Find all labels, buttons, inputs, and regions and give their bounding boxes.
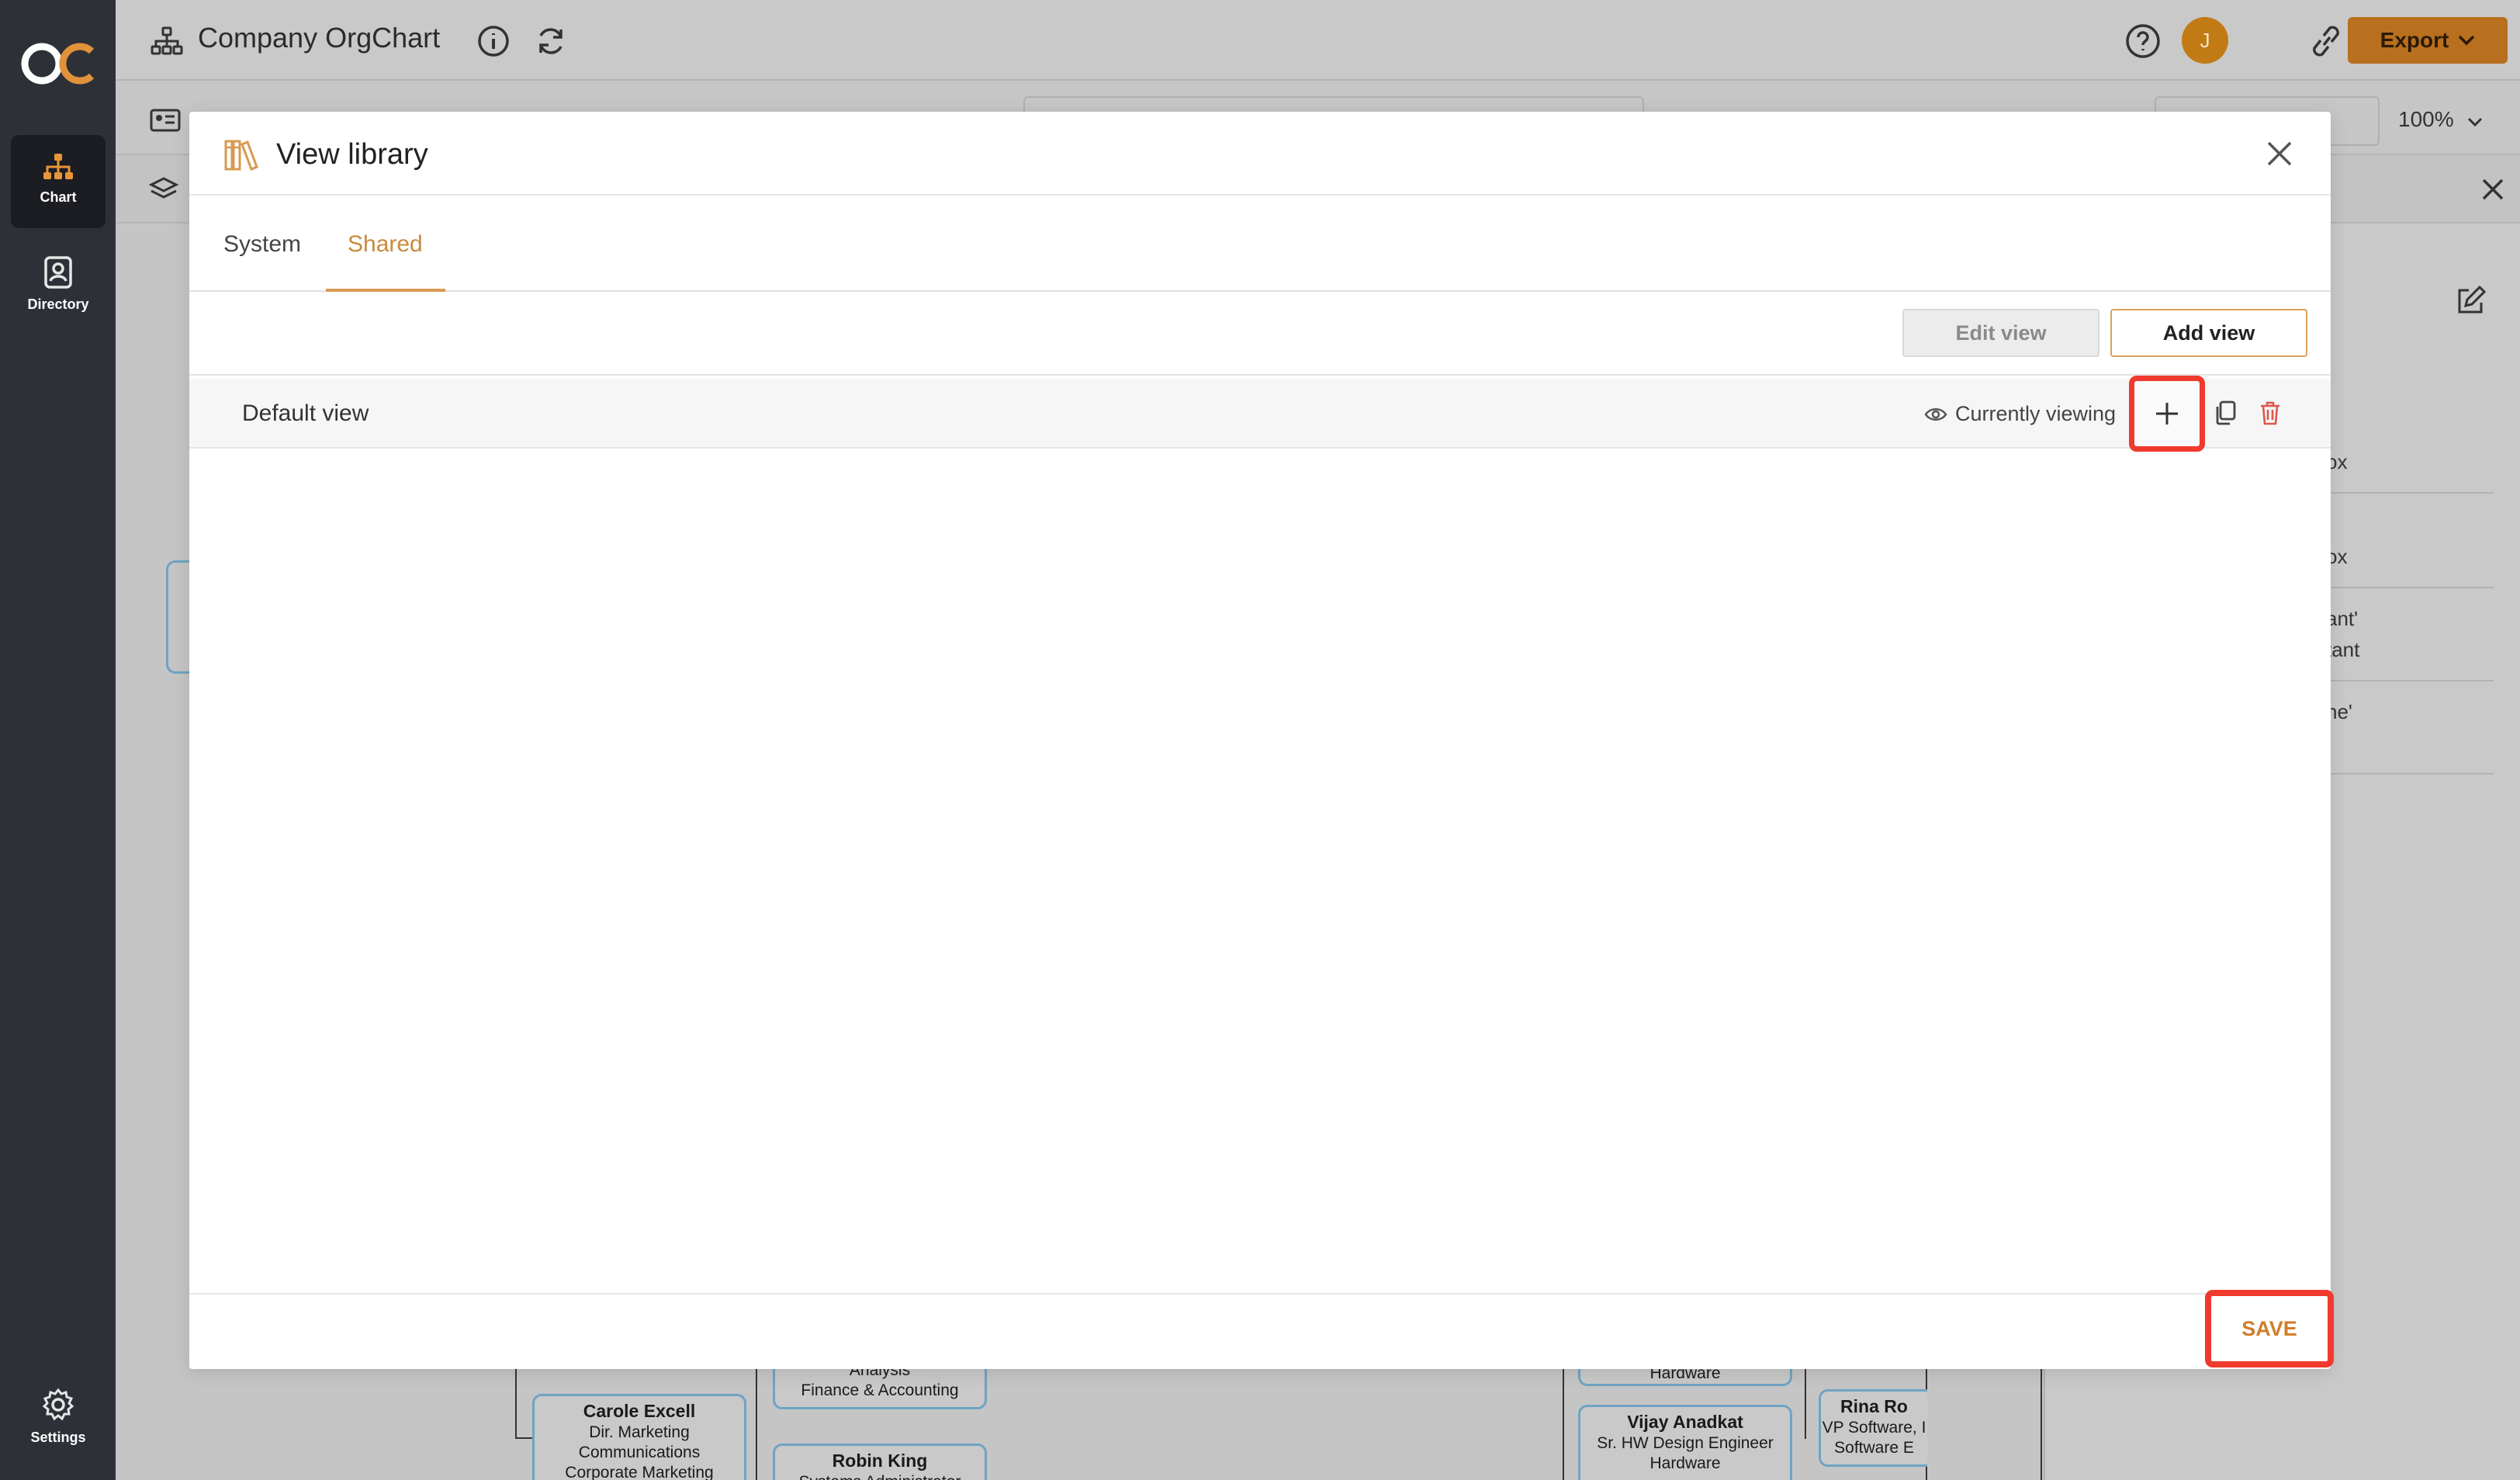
app-title: Company OrgChart <box>198 22 441 54</box>
person-title: Dir. Marketing <box>589 1423 690 1441</box>
app-topbar: Company OrgChart J Export <box>116 0 2520 81</box>
person-dept: Software E <box>1834 1439 1914 1457</box>
person-group: Corporate Marketing <box>565 1464 714 1480</box>
chevron-down-icon <box>2459 35 2475 46</box>
org-connector <box>1563 1369 1564 1480</box>
person-dept: Finance & Accounting <box>801 1381 959 1399</box>
edit-icon[interactable] <box>2455 286 2486 317</box>
view-name: Default view <box>242 400 369 426</box>
edit-view-button[interactable]: Edit view <box>1902 309 2099 357</box>
person-title: Sr. HW Design Engineer <box>1597 1434 1774 1452</box>
person-title: VP Software, I <box>1822 1419 1926 1437</box>
info-icon[interactable] <box>477 25 510 57</box>
add-to-view-button[interactable] <box>2129 376 2205 452</box>
rail-item-label: Chart <box>40 189 77 205</box>
rail-item-label: Directory <box>27 296 89 312</box>
delete-view-button[interactable] <box>2252 394 2289 432</box>
add-view-button[interactable]: Add view <box>2110 309 2307 357</box>
panel-fragment: tant <box>2326 638 2360 661</box>
modal-header: View library <box>189 112 2331 196</box>
card-view-icon[interactable] <box>150 109 181 132</box>
eye-icon <box>1924 407 1947 421</box>
close-icon[interactable] <box>2480 177 2505 202</box>
trash-icon <box>2261 401 2279 425</box>
org-card[interactable]: Carole Excell Dir. Marketing Communicati… <box>532 1394 746 1480</box>
view-list-item[interactable]: Default view Currently viewing <box>189 376 2331 452</box>
panel-fragment: ant' <box>2326 607 2359 630</box>
person-dept: Hardware <box>1649 1454 1721 1472</box>
org-card[interactable]: Robin King Systems Administrator <box>773 1444 987 1480</box>
org-connector <box>515 1437 534 1439</box>
chevron-down-icon <box>2468 117 2483 127</box>
duplicate-view-button[interactable] <box>2207 394 2244 432</box>
status-label: Currently viewing <box>1955 402 2117 425</box>
copy-icon <box>2216 400 2236 425</box>
org-card[interactable]: Vijay Anadkat Sr. HW Design Engineer Har… <box>1578 1405 1792 1480</box>
rail-item-directory[interactable]: Directory <box>11 239 106 332</box>
person-dept: Communications <box>578 1444 701 1461</box>
refresh-icon[interactable] <box>535 25 567 57</box>
person-name: Vijay Anadkat <box>1627 1412 1743 1432</box>
org-chart-icon <box>43 154 73 179</box>
close-icon[interactable] <box>2261 135 2298 172</box>
tab-shared[interactable]: Shared <box>348 231 423 258</box>
tab-system[interactable]: System <box>223 231 301 258</box>
org-connector <box>756 1369 757 1480</box>
directory-icon <box>44 256 72 289</box>
rail-item-label: Settings <box>30 1430 86 1445</box>
modal-title: View library <box>276 138 428 171</box>
zoom-value: 100% <box>2398 107 2454 131</box>
person-title: Systems Administrator <box>799 1473 961 1480</box>
person-name: Rina Ro <box>1840 1396 1908 1416</box>
zoom-level[interactable]: 100% <box>2398 107 2483 132</box>
library-books-icon <box>224 140 258 171</box>
org-card[interactable]: Rina Ro VP Software, I Software E <box>1819 1389 1927 1467</box>
export-label: Export <box>2380 28 2449 52</box>
app-logo[interactable] <box>20 36 98 92</box>
modal-footer: SAVE <box>189 1290 2334 1369</box>
link-icon[interactable] <box>2307 23 2345 59</box>
modal-tabs: System Shared <box>189 196 2331 292</box>
view-actions: Edit view Add view <box>189 292 2331 376</box>
org-connector <box>1805 1369 1806 1439</box>
org-connector <box>515 1369 517 1439</box>
view-library-modal: View library System Shared Edit view Add… <box>189 112 2334 1369</box>
person-name: Carole Excell <box>583 1401 696 1421</box>
gear-icon <box>42 1388 74 1421</box>
help-icon[interactable] <box>2125 23 2161 59</box>
left-rail: Chart Directory Settings <box>0 0 116 1480</box>
avatar[interactable]: J <box>2182 17 2228 64</box>
layers-icon[interactable] <box>148 175 179 205</box>
save-button[interactable]: SAVE <box>2205 1290 2334 1367</box>
rail-item-settings[interactable]: Settings <box>11 1374 106 1467</box>
rail-item-chart[interactable]: Chart <box>11 135 106 228</box>
export-button[interactable]: Export <box>2348 17 2508 64</box>
currently-viewing-status: Currently viewing <box>1924 402 2116 426</box>
org-connector <box>2041 1369 2042 1480</box>
person-name: Robin King <box>832 1451 928 1471</box>
org-structure-icon <box>151 26 183 55</box>
plus-icon <box>2156 403 2178 425</box>
